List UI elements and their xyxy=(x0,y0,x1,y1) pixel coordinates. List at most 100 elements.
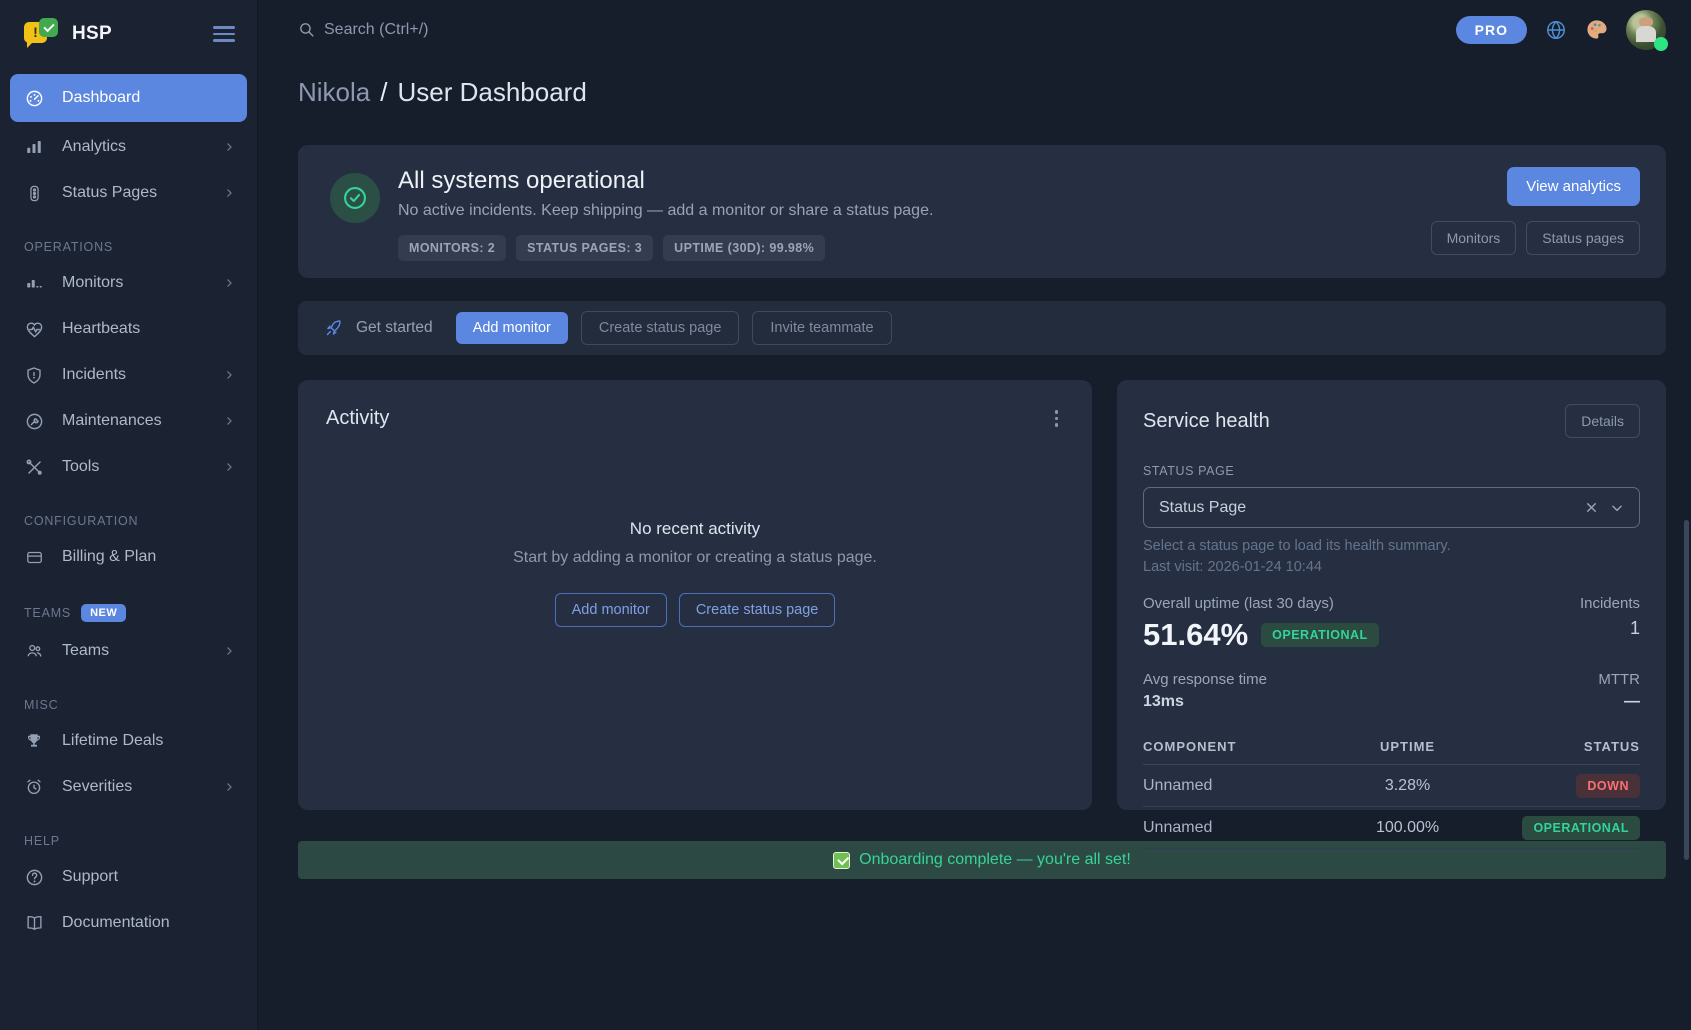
component-uptime: 100.00% xyxy=(1327,819,1487,837)
uptime-column-header: UPTIME xyxy=(1327,739,1487,754)
status-pages-count-badge: STATUS PAGES: 3 xyxy=(516,235,653,261)
get-started-label: Get started xyxy=(356,319,433,337)
status-pages-button[interactable]: Status pages xyxy=(1526,221,1640,255)
mttr-value: — xyxy=(1598,693,1640,711)
page-content: Nikola / User Dashboard All systems oper… xyxy=(258,59,1691,879)
pro-badge[interactable]: PRO xyxy=(1456,16,1527,44)
empty-add-monitor-button[interactable]: Add monitor xyxy=(555,593,667,627)
new-badge: NEW xyxy=(81,604,126,622)
component-column-header: COMPONENT xyxy=(1143,739,1327,754)
topbar: Search (Ctrl+/) PRO xyxy=(258,0,1691,59)
uptime-label: Overall uptime (last 30 days) xyxy=(1143,595,1379,612)
sidebar-item-documentation[interactable]: Documentation xyxy=(10,900,247,946)
sidebar-section-help: HELP xyxy=(10,834,247,848)
wrench-circle-icon xyxy=(24,411,44,431)
avg-response-label: Avg response time xyxy=(1143,671,1267,688)
details-button[interactable]: Details xyxy=(1565,404,1640,438)
sidebar-item-label: Monitors xyxy=(62,274,123,292)
sidebar-item-billing[interactable]: Billing & Plan xyxy=(10,534,247,580)
breadcrumb-current: User Dashboard xyxy=(397,77,586,108)
sidebar-item-maintenances[interactable]: Maintenances xyxy=(10,398,247,444)
shield-alert-icon xyxy=(24,365,44,385)
book-icon xyxy=(24,913,44,933)
search-input[interactable]: Search (Ctrl+/) xyxy=(298,21,428,39)
scrollbar[interactable] xyxy=(1684,520,1689,860)
logo-row: ! HSP xyxy=(0,0,257,68)
sidebar-item-tools[interactable]: Tools xyxy=(10,444,247,490)
incidents-value: 1 xyxy=(1580,618,1640,639)
status-hero-card: All systems operational No active incide… xyxy=(298,145,1666,278)
chevron-right-icon xyxy=(223,461,235,473)
sidebar-item-teams[interactable]: Teams xyxy=(10,628,247,674)
sidebar-item-heartbeats[interactable]: Heartbeats xyxy=(10,306,247,352)
sidebar-item-incidents[interactable]: Incidents xyxy=(10,352,247,398)
kebab-menu-icon[interactable] xyxy=(1049,406,1065,431)
monitors-count-badge: MONITORS: 2 xyxy=(398,235,506,261)
hero-subtitle: No active incidents. Keep shipping — add… xyxy=(398,202,1431,220)
main-area: Search (Ctrl+/) PRO Nikola / User Dashbo… xyxy=(258,0,1691,1030)
user-avatar[interactable] xyxy=(1626,10,1666,50)
view-analytics-button[interactable]: View analytics xyxy=(1507,167,1640,206)
sidebar-item-status-pages[interactable]: Status Pages xyxy=(10,170,247,216)
service-health-card: Service health Details STATUS PAGE Statu… xyxy=(1117,380,1666,810)
clear-selection-icon[interactable] xyxy=(1585,501,1598,514)
sidebar-item-label: Incidents xyxy=(62,366,126,384)
online-status-dot xyxy=(1654,37,1668,51)
sidebar-item-dashboard[interactable]: Dashboard xyxy=(10,74,247,122)
cards-row: Activity No recent activity Start by add… xyxy=(298,380,1666,810)
breadcrumb-separator: / xyxy=(380,77,387,108)
globe-icon[interactable] xyxy=(1545,19,1567,41)
chevron-right-icon xyxy=(223,645,235,657)
empty-create-status-page-button[interactable]: Create status page xyxy=(679,593,836,627)
monitors-button[interactable]: Monitors xyxy=(1431,221,1517,255)
chevron-right-icon xyxy=(223,277,235,289)
chevron-right-icon xyxy=(223,141,235,153)
users-icon xyxy=(24,641,44,661)
status-page-label: STATUS PAGE xyxy=(1143,464,1640,478)
invite-teammate-button[interactable]: Invite teammate xyxy=(752,311,891,345)
sidebar-item-lifetime-deals[interactable]: Lifetime Deals xyxy=(10,718,247,764)
app-logo: ! xyxy=(24,18,60,50)
heartbeat-icon xyxy=(24,319,44,339)
hamburger-menu-icon[interactable] xyxy=(213,26,235,42)
sidebar-item-label: Documentation xyxy=(62,914,170,932)
sidebar-item-label: Heartbeats xyxy=(62,320,140,338)
mttr-label: MTTR xyxy=(1598,671,1640,688)
teams-header-label: TEAMS xyxy=(24,606,71,620)
sidebar-item-support[interactable]: Support xyxy=(10,854,247,900)
sidebar-item-severities[interactable]: Severities xyxy=(10,764,247,810)
sidebar: ! HSP Dashboard Analytics Status Pages xyxy=(0,0,258,1030)
components-table: COMPONENT UPTIME STATUS Unnamed 3.28% DO… xyxy=(1143,729,1640,849)
sidebar-item-label: Analytics xyxy=(62,138,126,156)
incidents-label: Incidents xyxy=(1580,595,1640,612)
sidebar-item-label: Maintenances xyxy=(62,412,162,430)
sidebar-item-monitors[interactable]: Monitors xyxy=(10,260,247,306)
component-name: Unnamed xyxy=(1143,819,1327,837)
sidebar-item-analytics[interactable]: Analytics xyxy=(10,124,247,170)
status-page-select-value: Status Page xyxy=(1159,499,1246,517)
sidebar-section-configuration: CONFIGURATION xyxy=(10,514,247,528)
chevron-down-icon[interactable] xyxy=(1610,501,1624,515)
sidebar-item-label: Severities xyxy=(62,778,132,796)
uptime-badge: UPTIME (30D): 99.98% xyxy=(663,235,825,261)
sidebar-item-label: Support xyxy=(62,868,118,886)
topbar-actions: PRO xyxy=(1456,10,1666,50)
uptime-value: 51.64% xyxy=(1143,617,1248,653)
last-visit-text: Last visit: 2026-01-24 10:44 xyxy=(1143,559,1640,575)
status-page-select[interactable]: Status Page xyxy=(1143,487,1640,528)
theme-palette-icon[interactable] xyxy=(1585,18,1608,41)
logo-check-icon xyxy=(39,18,58,37)
avg-response-value: 13ms xyxy=(1143,693,1267,711)
onboarding-banner-text: Onboarding complete — you're all set! xyxy=(859,851,1131,869)
monitors-bars-icon xyxy=(24,273,44,293)
search-placeholder: Search (Ctrl+/) xyxy=(324,21,428,39)
sidebar-item-label: Dashboard xyxy=(62,89,140,107)
uptime-status-badge: OPERATIONAL xyxy=(1261,623,1379,647)
chevron-right-icon xyxy=(223,415,235,427)
question-circle-icon xyxy=(24,867,44,887)
create-status-page-button[interactable]: Create status page xyxy=(581,311,740,345)
add-monitor-button[interactable]: Add monitor xyxy=(456,312,568,344)
check-emoji-icon xyxy=(833,852,850,869)
breadcrumb-parent[interactable]: Nikola xyxy=(298,77,370,108)
component-status-badge: DOWN xyxy=(1576,774,1640,798)
